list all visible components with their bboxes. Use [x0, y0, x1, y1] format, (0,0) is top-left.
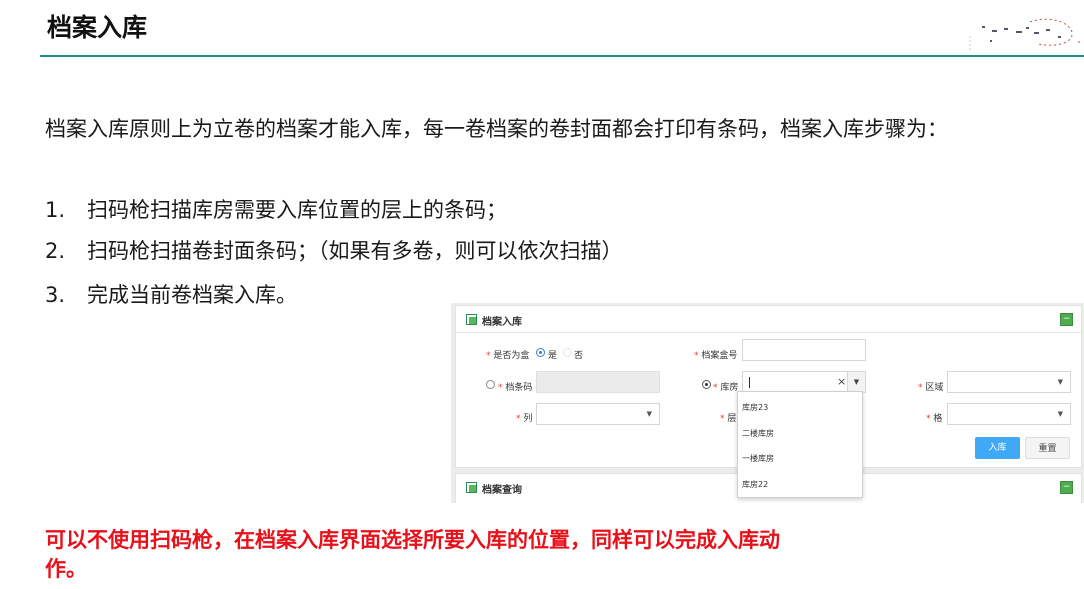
storeroom-dropdown: 库房23 二楼库房 一楼库房 库房22 — [737, 391, 863, 498]
store-in-button[interactable]: 入库 — [975, 437, 1020, 459]
step-text: 完成当前卷档案入库。 — [87, 283, 297, 307]
area-select[interactable]: ▼ — [947, 371, 1071, 393]
layer-label: * 层 — [720, 414, 737, 424]
chevron-down-icon[interactable]: ▼ — [847, 372, 865, 392]
storeroom-label: * 库房 — [713, 383, 739, 393]
location-mode-radio[interactable] — [702, 380, 711, 389]
clear-icon[interactable]: × — [837, 375, 846, 388]
step-number: 2. — [45, 239, 66, 263]
step-number: 3. — [45, 283, 66, 307]
cell-select[interactable]: ▼ — [947, 403, 1071, 425]
is-box-yes-radio[interactable] — [536, 348, 545, 357]
box-no-input[interactable] — [742, 339, 866, 361]
barcode-label: * 档条码 — [498, 383, 533, 393]
step-number: 1. — [45, 198, 66, 222]
panel-title: 档案查询 — [482, 485, 522, 496]
step-item: 1. 扫码枪扫描库房需要入库位置的层上的条码； — [45, 195, 507, 225]
dropdown-option[interactable]: 一楼库房 — [742, 453, 774, 464]
app-screenshot: 档案入库 − * 是否为盒 是 否 * 档案盒号 * 档条码 * 库房 × ▼ … — [451, 303, 1084, 503]
is-box-label: * 是否为盒 — [486, 351, 530, 361]
chevron-down-icon: ▼ — [646, 410, 652, 418]
note-text: 可以不使用扫码枪，在档案入库界面选择所要入库的位置，同样可以完成入库动作。 — [45, 528, 780, 581]
box-no-label: * 档案盒号 — [694, 351, 738, 361]
is-box-no-radio[interactable] — [563, 348, 572, 357]
is-box-yes-label: 是 — [548, 351, 558, 361]
chevron-down-icon: ▼ — [1057, 378, 1063, 386]
step-text: 扫码枪扫描卷封面条码；（如果有多卷，则可以依次扫描） — [87, 239, 623, 263]
intro-paragraph: 档案入库原则上为立卷的档案才能入库，每一卷档案的卷封面都会打印有条码，档案入库步… — [45, 117, 948, 141]
step-item: 2. 扫码枪扫描卷封面条码；（如果有多卷，则可以依次扫描） — [45, 236, 623, 266]
panel-window-icon — [466, 314, 477, 325]
column-select[interactable]: ▼ — [536, 403, 660, 425]
panel-title: 档案入库 — [482, 317, 522, 328]
chevron-down-icon: ▼ — [1057, 410, 1063, 418]
dropdown-option[interactable]: 库房22 — [742, 479, 768, 490]
minus-icon[interactable]: − — [1060, 313, 1073, 326]
logo-icon — [969, 18, 1080, 50]
barcode-mode-radio[interactable] — [486, 380, 495, 389]
column-label: * 列 — [516, 414, 533, 424]
step-text: 扫码枪扫描库房需要入库位置的层上的条码； — [87, 198, 507, 222]
barcode-input[interactable] — [536, 371, 660, 393]
is-box-no-label: 否 — [574, 351, 584, 361]
page-title: 档案入库 — [47, 13, 148, 42]
area-label: * 区域 — [918, 383, 944, 393]
title-divider — [40, 55, 1084, 57]
step-item: 3. 完成当前卷档案入库。 — [45, 280, 297, 310]
panel-window-icon — [466, 482, 477, 493]
text-cursor — [749, 377, 750, 388]
storeroom-select[interactable]: × ▼ — [742, 371, 866, 393]
dropdown-option[interactable]: 库房23 — [742, 402, 768, 413]
minus-icon[interactable]: − — [1060, 481, 1073, 494]
panel-header: 档案入库 − — [456, 306, 1081, 333]
cell-label: * 格 — [926, 414, 943, 424]
dropdown-option[interactable]: 二楼库房 — [742, 428, 774, 439]
reset-button[interactable]: 重置 — [1025, 437, 1070, 459]
